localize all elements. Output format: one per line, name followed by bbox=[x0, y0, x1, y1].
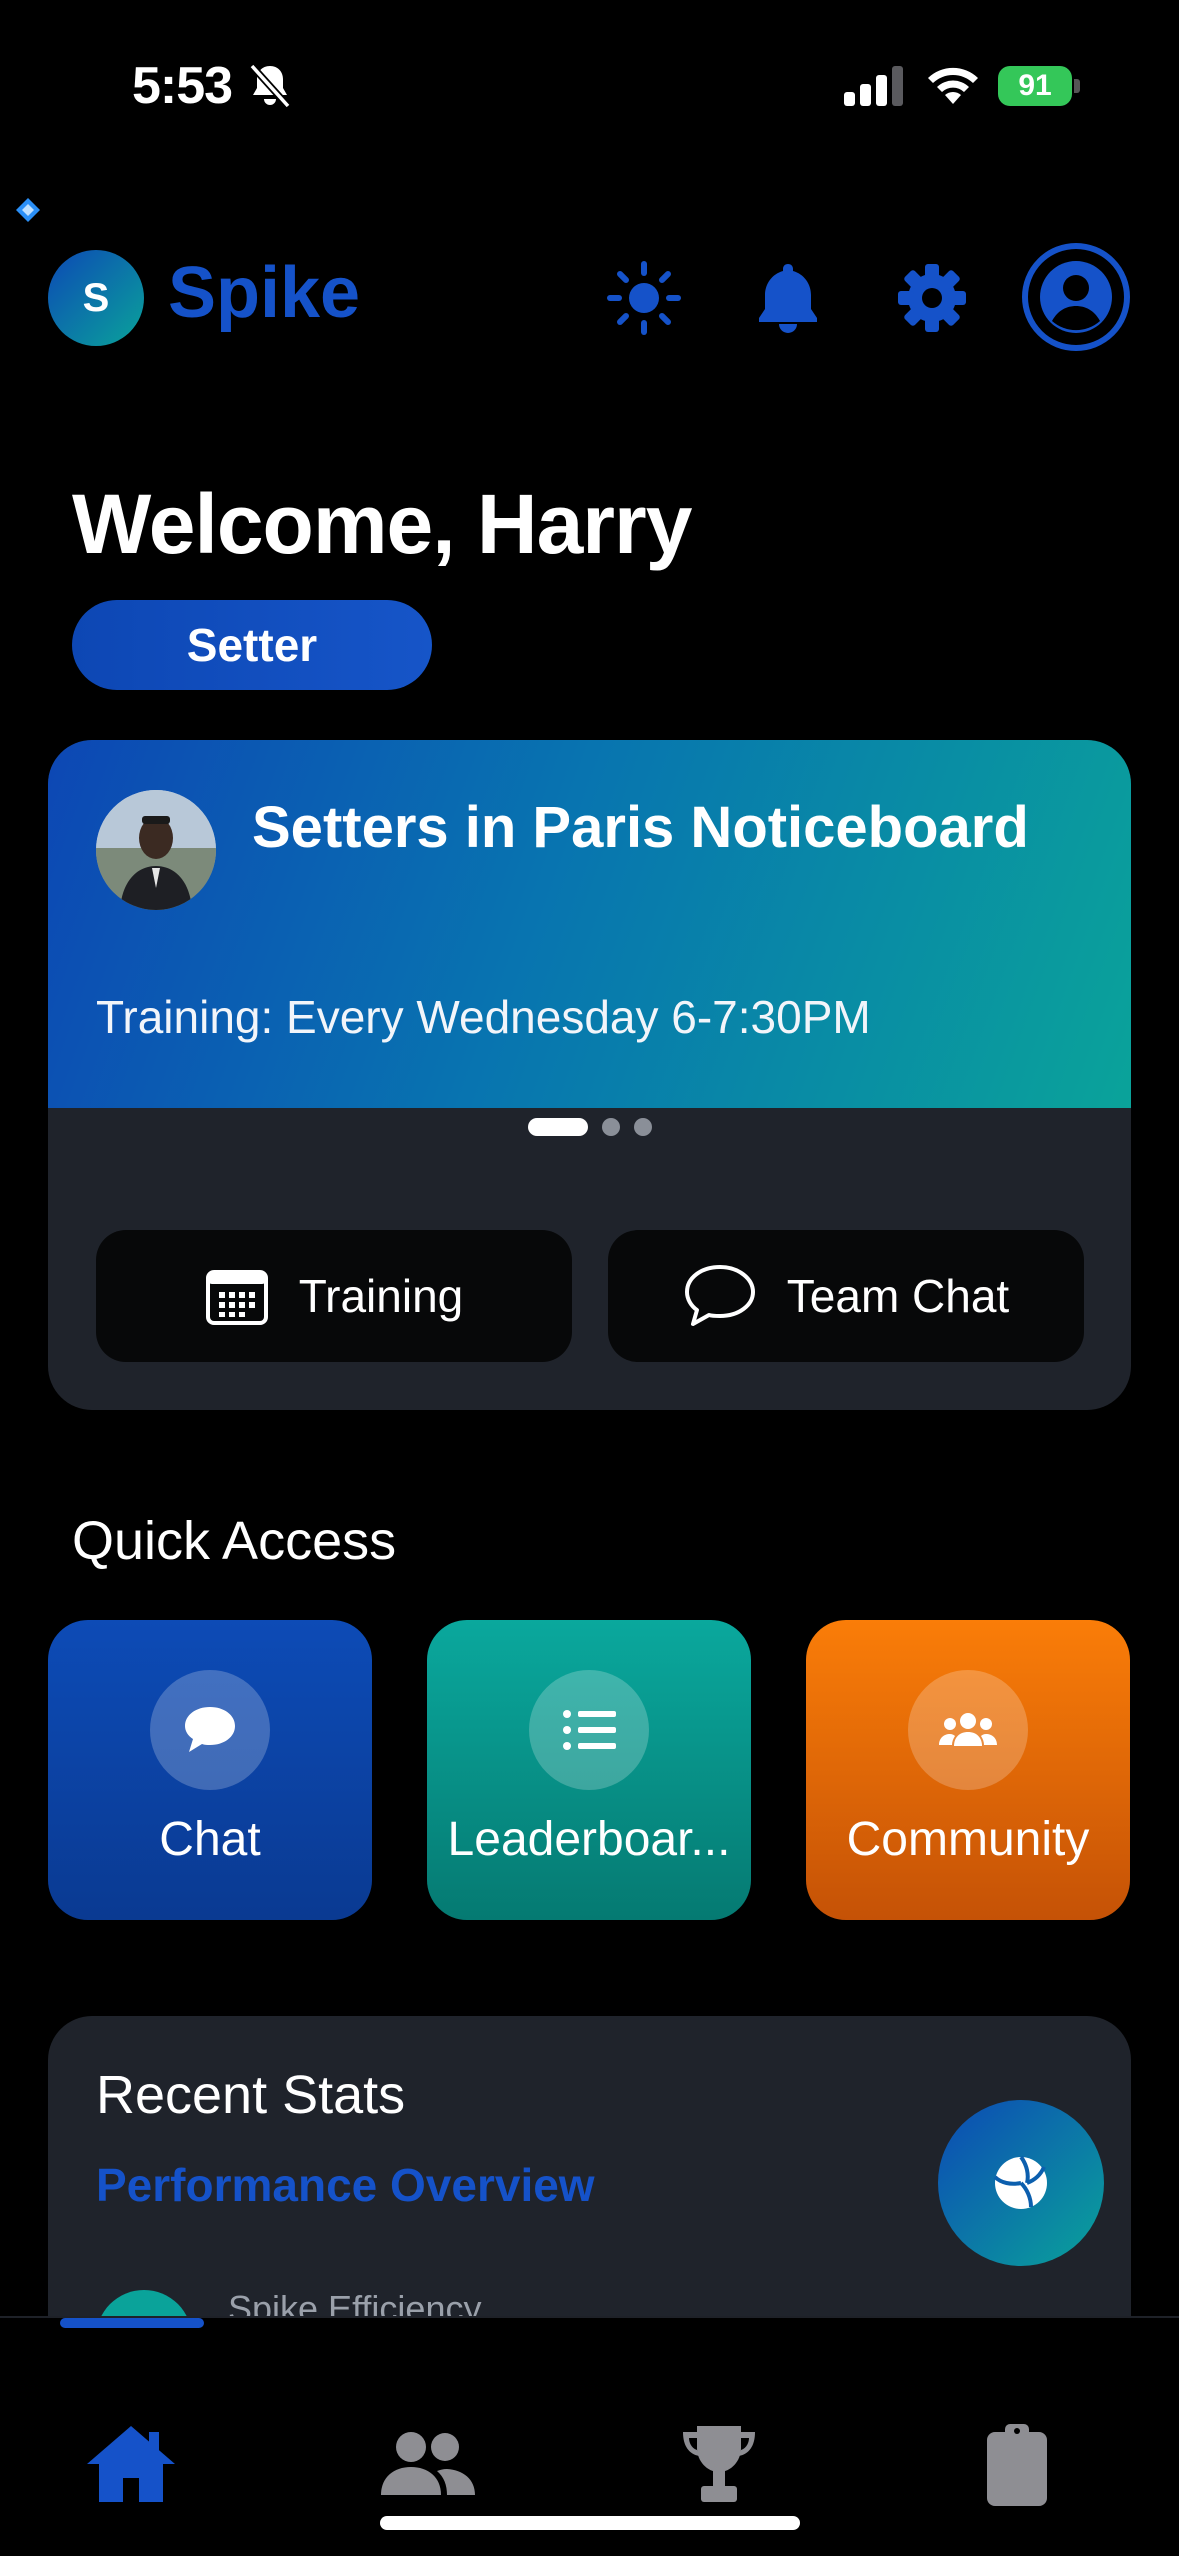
active-tab-indicator bbox=[60, 2318, 204, 2328]
battery-indicator: 91 bbox=[998, 66, 1082, 106]
role-badge: Setter bbox=[72, 600, 432, 690]
noticeboard-card: Setters in Paris Noticeboard Training: E… bbox=[48, 740, 1131, 1410]
nav-team[interactable] bbox=[372, 2414, 482, 2514]
list-icon bbox=[563, 1710, 616, 1750]
quick-access-chat-label: Chat bbox=[159, 1813, 261, 1866]
users-icon bbox=[939, 1713, 997, 1746]
quick-access-leaderboard-label: Leaderboar... bbox=[447, 1813, 731, 1866]
team-photo-image bbox=[96, 790, 216, 910]
nav-home[interactable] bbox=[76, 2414, 186, 2514]
quick-access-community-label: Community bbox=[846, 1813, 1090, 1866]
noticeboard-title: Setters in Paris Noticeboard bbox=[252, 795, 1029, 860]
app-store-link-icon[interactable] bbox=[14, 196, 42, 224]
users-icon-circle bbox=[908, 1670, 1028, 1790]
bell-icon bbox=[759, 264, 817, 333]
sun-icon bbox=[607, 261, 681, 335]
nav-leaderboard[interactable] bbox=[664, 2414, 774, 2514]
page-dot[interactable] bbox=[633, 1118, 652, 1136]
app-logo: S bbox=[48, 250, 144, 346]
quick-access-chat[interactable]: Chat bbox=[48, 1620, 372, 1920]
theme-toggle-button[interactable] bbox=[604, 258, 684, 338]
status-time: 5:53 bbox=[132, 57, 233, 115]
settings-button[interactable] bbox=[892, 258, 972, 338]
calendar-icon bbox=[205, 1270, 268, 1325]
training-button[interactable]: Training bbox=[96, 1230, 572, 1362]
volleyball-action-button[interactable] bbox=[938, 2100, 1104, 2266]
quick-access-community[interactable]: Community bbox=[806, 1620, 1130, 1920]
page-dot[interactable] bbox=[601, 1118, 620, 1136]
noticeboard-banner[interactable]: Setters in Paris Noticeboard Training: E… bbox=[48, 740, 1131, 1108]
trophy-icon bbox=[683, 2426, 755, 2502]
profile-button[interactable] bbox=[1022, 243, 1130, 351]
home-icon bbox=[87, 2426, 175, 2502]
gear-icon bbox=[898, 264, 966, 332]
page-dot-active[interactable] bbox=[527, 1118, 588, 1136]
app-name: Spike bbox=[168, 253, 361, 333]
training-button-label: Training bbox=[298, 1270, 464, 1322]
performance-overview-link[interactable]: Performance Overview bbox=[96, 2158, 595, 2212]
team-chat-button-label: Team Chat bbox=[786, 1270, 1010, 1322]
noticeboard-message: Training: Every Wednesday 6-7:30PM bbox=[96, 991, 871, 1043]
team-icon bbox=[381, 2432, 475, 2495]
chat-bubble-icon bbox=[185, 1707, 235, 1752]
wifi-icon bbox=[928, 67, 978, 104]
user-avatar-icon bbox=[1040, 261, 1112, 333]
recent-stats-heading: Recent Stats bbox=[96, 2065, 406, 2125]
welcome-heading: Welcome, Harry bbox=[72, 477, 692, 571]
clipboard-icon bbox=[987, 2424, 1047, 2506]
home-indicator[interactable] bbox=[380, 2516, 800, 2530]
quick-access-leaderboard[interactable]: Leaderboar... bbox=[427, 1620, 751, 1920]
nav-tasks[interactable] bbox=[962, 2414, 1072, 2514]
speech-bubble-icon bbox=[684, 1265, 755, 1326]
status-bar: 5:53 91 bbox=[0, 0, 1179, 170]
quick-access-heading: Quick Access bbox=[72, 1511, 397, 1571]
chat-icon-circle bbox=[150, 1670, 270, 1790]
page-indicator[interactable] bbox=[48, 1118, 1131, 1136]
volleyball-icon bbox=[993, 2155, 1047, 2209]
list-icon-circle bbox=[529, 1670, 649, 1790]
notifications-button[interactable] bbox=[748, 258, 828, 338]
battery-percentage: 91 bbox=[1018, 69, 1052, 102]
bell-muted-icon bbox=[249, 63, 291, 109]
cellular-signal-icon bbox=[844, 66, 903, 106]
team-chat-button[interactable]: Team Chat bbox=[608, 1230, 1084, 1362]
team-avatar bbox=[96, 790, 216, 910]
